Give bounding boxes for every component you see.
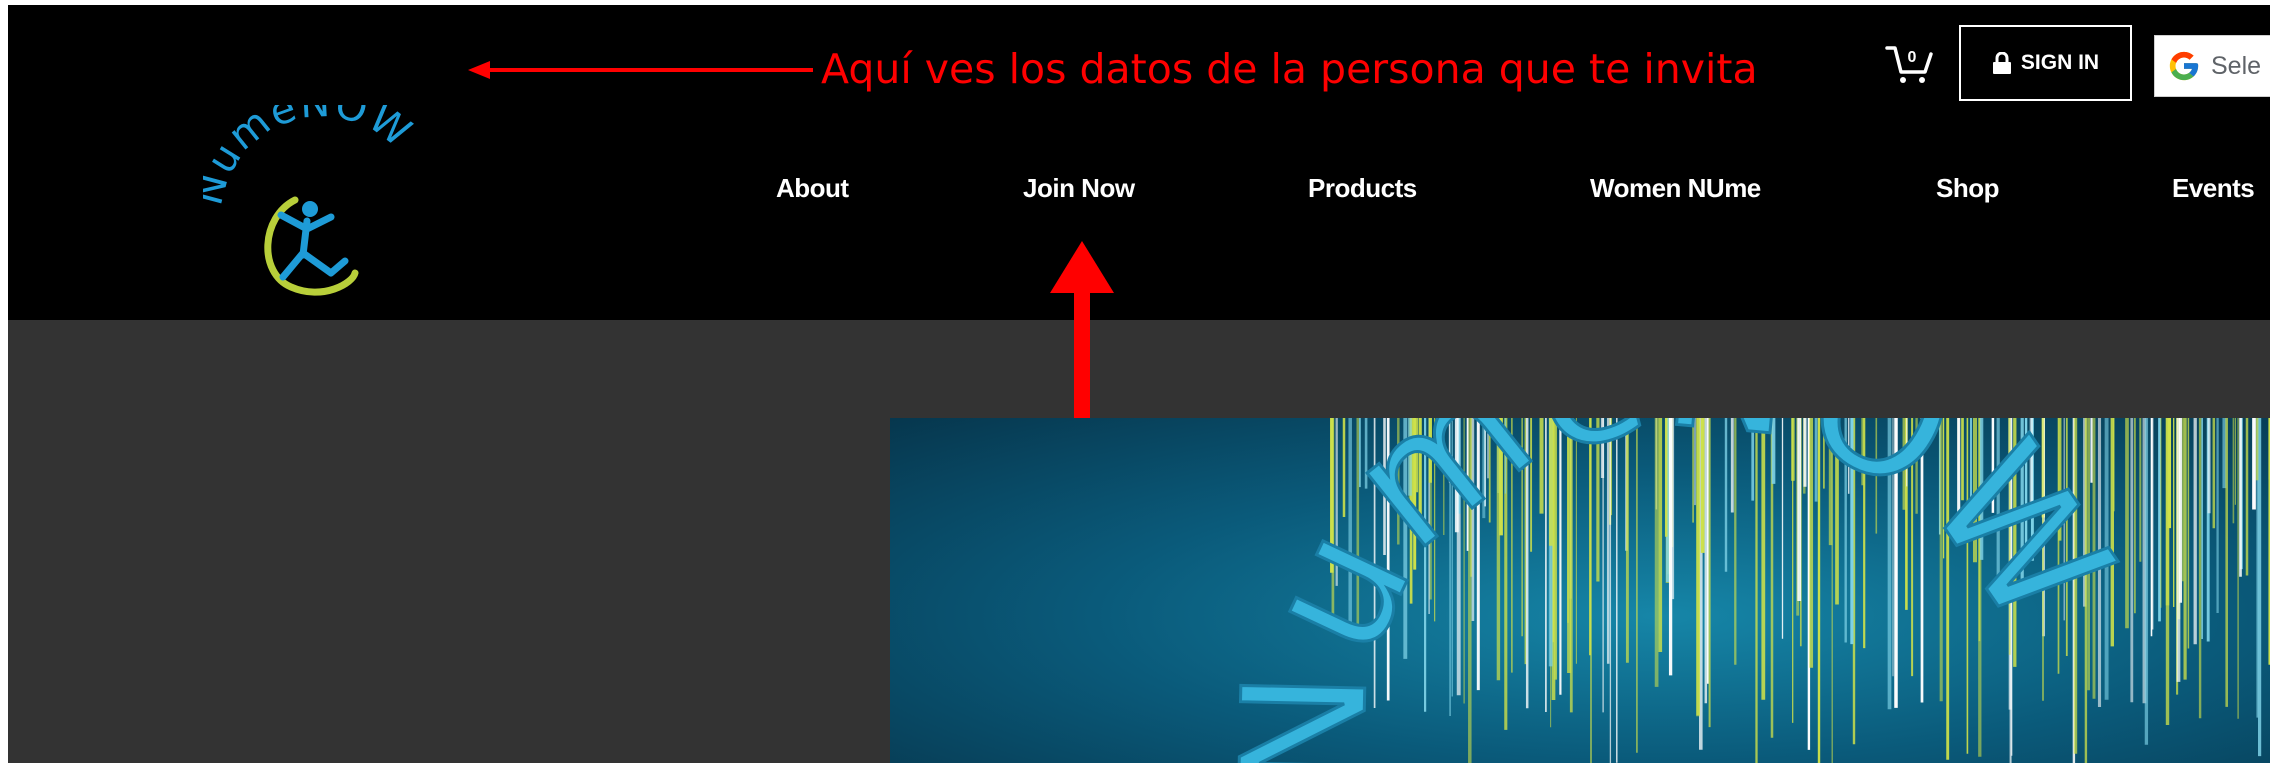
nav-item-join-now[interactable]: Join Now (1023, 173, 1135, 204)
cart-button[interactable]: 0 (1885, 42, 1933, 86)
arrow-left-icon (468, 61, 813, 79)
sign-in-button[interactable]: SIGN IN (1959, 25, 2132, 101)
hero-image: NumeNOW (890, 418, 2270, 763)
nav-item-events[interactable]: Events (2172, 173, 2255, 204)
translate-label: Sele (2211, 51, 2262, 80)
browser-viewport: NumeNOW Aquí ves los datos de la persona… (8, 5, 2270, 763)
cart-count: 0 (1908, 49, 1917, 66)
nav-item-shop[interactable]: Shop (1936, 173, 2000, 204)
svg-text:NumeNOW: NumeNOW (203, 105, 421, 210)
nav-item-products[interactable]: Products (1308, 173, 1417, 204)
hero-banner: NumeNOW (890, 418, 2270, 763)
site-header: NumeNOW Aquí ves los datos de la persona… (8, 5, 2270, 320)
cart-icon: 0 (1885, 46, 1933, 83)
nav-item-about[interactable]: About (776, 173, 849, 204)
site-logo[interactable]: NumeNOW (185, 80, 438, 305)
google-translate-select[interactable]: Sele (2154, 35, 2270, 97)
nav-item-women-nume[interactable]: Women NUme (1590, 173, 1761, 204)
numenow-logo-icon: NumeNOW (185, 80, 421, 296)
lock-icon (1992, 52, 2011, 74)
annotation-text: Aquí ves los datos de la persona que te … (821, 45, 1758, 93)
logo-text: NumeNOW (185, 80, 418, 210)
google-icon (2169, 51, 2199, 81)
sign-in-label: SIGN IN (2020, 51, 2100, 74)
